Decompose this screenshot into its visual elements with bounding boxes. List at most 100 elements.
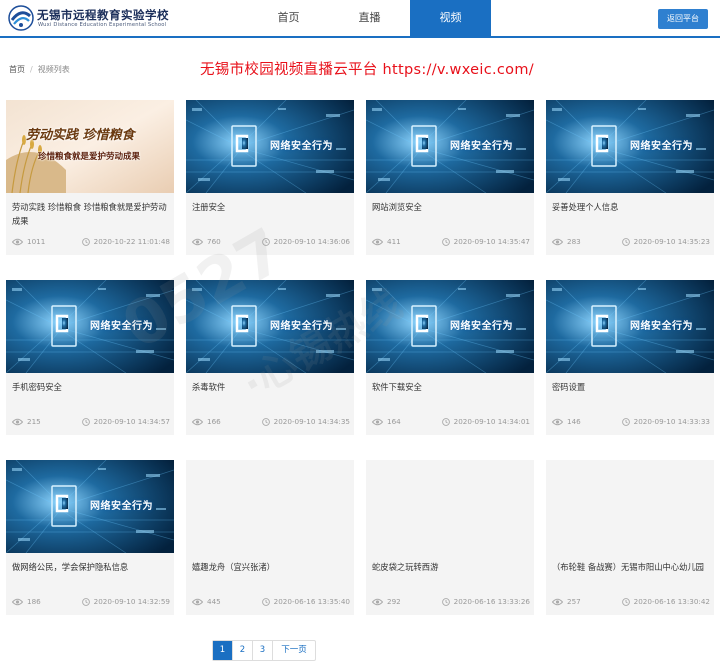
video-card[interactable]: 网络安全行为 注册安全 760 2020-09-10 14:36:06 [186,100,354,255]
school-logo[interactable]: 无锡市远程教育实验学校 Wuxi Distance Education Expe… [8,4,169,34]
promo-banner-text: 无锡市校园视频直播云平台 https://v.wxeic.com/ [200,62,534,78]
return-platform-button[interactable]: 返回平台 [658,9,708,29]
view-count: 283 [552,237,581,246]
video-title[interactable]: 注册安全 [192,200,350,214]
upload-time-value: 2020-09-10 14:33:33 [633,417,710,426]
thumbnail-caption: 网络安全行为 [90,501,153,512]
video-meta: 146 2020-09-10 14:33:33 [552,417,710,429]
upload-time-value: 2020-06-16 13:30:42 [633,597,710,606]
logo-emblem-icon [8,5,34,31]
nav-live[interactable]: 直播 [329,0,410,36]
school-name-en: Wuxi Distance Education Experimental Sch… [38,22,167,28]
eye-icon [192,418,203,426]
clock-icon [441,418,450,426]
upload-time-value: 2020-09-10 14:36:06 [273,237,350,246]
pagination: 1 2 3 下一页 [212,640,316,661]
thumbnail-caption: 网络安全行为 [270,141,333,152]
thumbnail-title-line2: 珍惜粮食就是爱护劳动成果 [38,152,141,162]
video-meta: 411 2020-09-10 14:35:47 [372,237,530,249]
video-thumbnail[interactable]: 网络安全行为 [186,280,354,373]
video-card[interactable]: 劳动实践 珍惜粮食 珍惜粮食就是爱护劳动成果 劳动实践 珍惜粮食 珍惜粮食就是爱… [6,100,174,255]
view-count: 760 [192,237,221,246]
video-title[interactable]: （布轮鞋 备战赛）无锡市阳山中心幼儿园 [552,560,710,574]
upload-time-value: 2020-10-22 11:01:48 [93,237,170,246]
nav-home[interactable]: 首页 [248,0,329,36]
video-card[interactable]: 网络安全行为 杀毒软件 166 2020-09-10 14:34:35 [186,280,354,435]
video-title[interactable]: 手机密码安全 [12,380,170,394]
view-count-value: 1011 [27,237,46,246]
clock-icon [261,238,270,246]
eye-icon [192,598,203,606]
view-count-value: 760 [207,237,221,246]
video-card[interactable]: 蛇皮袋之玩转西游 292 2020-06-16 13:33:26 [366,460,534,615]
video-thumbnail[interactable]: 劳动实践 珍惜粮食 珍惜粮食就是爱护劳动成果 [6,100,174,193]
view-count-value: 164 [387,417,401,426]
video-meta: 283 2020-09-10 14:35:23 [552,237,710,249]
upload-time: 2020-06-16 13:30:42 [621,597,710,606]
video-title[interactable]: 杀毒软件 [192,380,350,394]
nav-video[interactable]: 视频 [410,0,491,36]
breadcrumb-home[interactable]: 首页 [9,65,25,74]
eye-icon [12,598,23,606]
eye-icon [12,418,23,426]
video-thumbnail[interactable]: 网络安全行为 [546,280,714,373]
video-title[interactable]: 妥善处理个人信息 [552,200,710,214]
eye-icon [12,238,23,246]
video-thumbnail[interactable]: 网络安全行为 [186,100,354,193]
view-count-value: 146 [567,417,581,426]
video-card[interactable]: 网络安全行为 网站浏览安全 411 2020-09-10 14:35:47 [366,100,534,255]
video-thumbnail[interactable]: 网络安全行为 [366,280,534,373]
upload-time-value: 2020-09-10 14:35:47 [453,237,530,246]
eye-icon [192,238,203,246]
video-title[interactable]: 做网络公民，学会保护隐私信息 [12,560,170,574]
page-2-button[interactable]: 2 [233,641,253,660]
video-title[interactable]: 劳动实践 珍惜粮食 珍惜粮食就是爱护劳动成果 [12,200,170,228]
video-card[interactable]: 嬉趣龙舟（宜兴张渚） 445 2020-06-16 13:35:40 [186,460,354,615]
clock-icon [261,598,270,606]
video-title[interactable]: 网站浏览安全 [372,200,530,214]
view-count-value: 292 [387,597,401,606]
thumbnail-caption: 网络安全行为 [630,141,693,152]
upload-time-value: 2020-06-16 13:33:26 [453,597,530,606]
clock-icon [441,598,450,606]
eye-icon [552,418,563,426]
video-title[interactable]: 软件下载安全 [372,380,530,394]
view-count: 445 [192,597,221,606]
video-card[interactable]: 网络安全行为 做网络公民，学会保护隐私信息 186 2020-09-10 14:… [6,460,174,615]
video-thumbnail[interactable]: 网络安全行为 [6,460,174,553]
view-count: 292 [372,597,401,606]
video-card[interactable]: 网络安全行为 手机密码安全 215 2020-09-10 14:34:57 [6,280,174,435]
video-title[interactable]: 嬉趣龙舟（宜兴张渚） [192,560,350,574]
thumbnail-caption: 网络安全行为 [450,141,513,152]
clock-icon [621,598,630,606]
video-title[interactable]: 蛇皮袋之玩转西游 [372,560,530,574]
video-card[interactable]: 网络安全行为 软件下载安全 164 2020-09-10 14:34:01 [366,280,534,435]
page-1-button[interactable]: 1 [213,641,233,660]
video-thumbnail[interactable]: 网络安全行为 [366,100,534,193]
video-card[interactable]: 网络安全行为 妥善处理个人信息 283 2020-09-10 14:35:23 [546,100,714,255]
main-nav: 首页 直播 视频 [248,0,491,36]
clock-icon [81,418,90,426]
video-thumbnail[interactable]: 网络安全行为 [546,100,714,193]
upload-time: 2020-09-10 14:36:06 [261,237,350,246]
clock-icon [621,418,630,426]
video-thumbnail[interactable]: 网络安全行为 [6,280,174,373]
view-count-value: 257 [567,597,581,606]
video-card[interactable]: 网络安全行为 密码设置 146 2020-09-10 14:33:33 [546,280,714,435]
page-3-button[interactable]: 3 [253,641,273,660]
eye-icon [372,238,383,246]
video-title[interactable]: 密码设置 [552,380,710,394]
upload-time-value: 2020-09-10 14:34:35 [273,417,350,426]
video-meta: 186 2020-09-10 14:32:59 [12,597,170,609]
clock-icon [81,598,90,606]
video-meta: 257 2020-06-16 13:30:42 [552,597,710,609]
eye-icon [372,418,383,426]
view-count-value: 411 [387,237,401,246]
next-page-button[interactable]: 下一页 [273,641,315,660]
eye-icon [372,598,383,606]
video-card[interactable]: （布轮鞋 备战赛）无锡市阳山中心幼儿园 257 2020-06-16 13:30… [546,460,714,615]
upload-time: 2020-06-16 13:33:26 [441,597,530,606]
clock-icon [261,418,270,426]
view-count: 411 [372,237,401,246]
upload-time: 2020-10-22 11:01:48 [81,237,170,246]
